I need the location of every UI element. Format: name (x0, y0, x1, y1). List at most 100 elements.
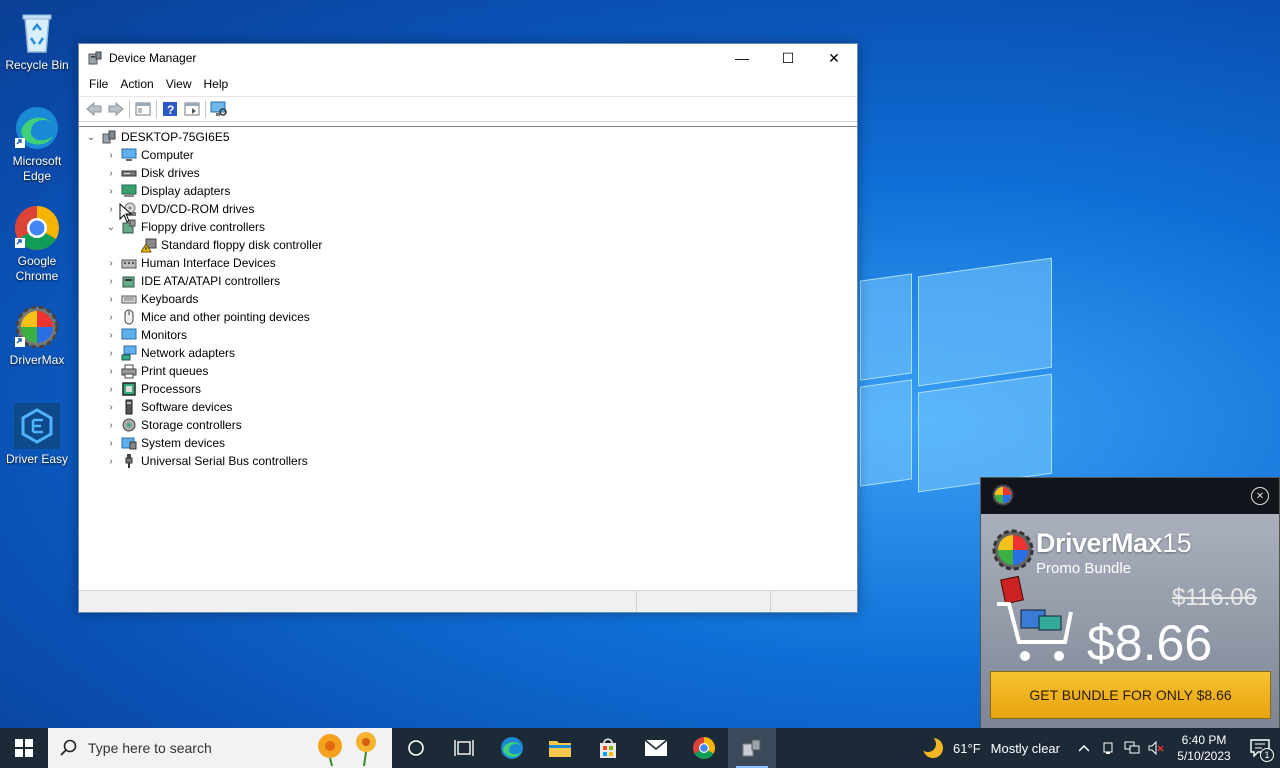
taskbar-clock[interactable]: 6:40 PM 5/10/2023 (1168, 732, 1240, 764)
chevron-right-icon[interactable]: › (103, 416, 119, 434)
desktop-icon-drivermax[interactable]: DriverMax (4, 303, 70, 368)
tree-item[interactable]: › Network adapters (103, 344, 235, 362)
tree-item[interactable]: › Human Interface Devices (103, 254, 275, 272)
cortana-button[interactable] (392, 728, 440, 768)
chevron-right-icon[interactable]: › (103, 200, 119, 218)
tree-item[interactable]: › Print queues (103, 362, 208, 380)
tree-item[interactable]: › Software devices (103, 398, 232, 416)
scan-hardware-icon[interactable] (208, 98, 230, 120)
window-titlebar[interactable]: Device Manager — ☐ ✕ (79, 44, 857, 72)
search-placeholder: Type here to search (88, 740, 212, 756)
minimize-button[interactable]: — (719, 44, 765, 72)
tree-item[interactable]: › Computer (103, 146, 193, 164)
close-button[interactable]: ✕ (811, 44, 857, 72)
tree-item[interactable]: › Disk drives (103, 164, 199, 182)
desktop-icon-recycle-bin[interactable]: Recycle Bin (4, 8, 70, 73)
chevron-right-icon[interactable]: › (103, 290, 119, 308)
computer-icon (121, 147, 137, 163)
system-tray: 61°F Mostly clear 6:40 PM 5/10/2023 1 (921, 728, 1280, 768)
toolbar-separator (205, 100, 206, 118)
chevron-right-icon[interactable]: › (103, 146, 119, 164)
menu-action[interactable]: Action (114, 77, 159, 91)
taskbar-mail[interactable] (632, 728, 680, 768)
help-icon[interactable]: ? (159, 98, 181, 120)
get-bundle-button[interactable]: GET BUNDLE FOR ONLY $8.66 (990, 671, 1271, 719)
chevron-right-icon[interactable]: › (103, 434, 119, 452)
start-button[interactable] (0, 728, 48, 768)
back-icon[interactable] (83, 98, 105, 120)
taskbar-store[interactable] (584, 728, 632, 768)
chevron-right-icon[interactable]: › (103, 308, 119, 326)
menu-file[interactable]: File (83, 77, 114, 91)
usb-eject-icon[interactable] (1096, 728, 1120, 768)
edge-icon (13, 104, 61, 152)
desktop-icon-driver-easy[interactable]: Driver Easy (4, 402, 70, 467)
chevron-down-icon[interactable]: ⌄ (83, 128, 99, 146)
drivermax-promo-popup[interactable]: ✕ DriverMax15 Promo Bundle $116.06 $8.66… (980, 477, 1280, 729)
taskbar-file-explorer[interactable] (536, 728, 584, 768)
volume-muted-icon[interactable] (1144, 728, 1168, 768)
tree-item[interactable]: › Monitors (103, 326, 187, 344)
mail-icon (644, 739, 668, 756)
weather-widget[interactable]: 61°F Mostly clear (921, 736, 1060, 760)
tree-item-label: Display adapters (141, 184, 231, 198)
chevron-right-icon[interactable]: › (103, 164, 119, 182)
network-adapter-icon (121, 345, 137, 361)
chevron-right-icon[interactable]: › (103, 272, 119, 290)
drivermax-logo-icon (991, 483, 1015, 510)
device-manager-window[interactable]: Device Manager — ☐ ✕ File Action View He… (78, 43, 858, 613)
taskbar-search-box[interactable]: Type here to search (48, 728, 392, 768)
promo-close-button[interactable]: ✕ (1251, 487, 1269, 505)
chevron-right-icon[interactable]: › (103, 344, 119, 362)
chevron-right-icon[interactable]: › (103, 398, 119, 416)
tree-item[interactable]: › Processors (103, 380, 201, 398)
device-tree[interactable]: ⌄ DESKTOP-75GI6E5 › Computer › Disk driv… (79, 126, 857, 590)
windows-icon (15, 739, 33, 757)
tree-item[interactable]: › Universal Serial Bus controllers (103, 452, 308, 470)
tree-root[interactable]: ⌄ DESKTOP-75GI6E5 (83, 128, 230, 146)
desktop-icon-label: Google Chrome (15, 254, 59, 283)
desktop-icon-edge[interactable]: Microsoft Edge (4, 104, 70, 184)
tree-item[interactable]: › Keyboards (103, 290, 198, 308)
weather-text: Mostly clear (990, 740, 1060, 756)
tree-item-label: Mice and other pointing devices (141, 310, 310, 324)
notification-center-button[interactable]: 1 (1240, 728, 1280, 768)
menu-help[interactable]: Help (198, 77, 235, 91)
menu-view[interactable]: View (160, 77, 198, 91)
taskbar-device-manager[interactable] (728, 728, 776, 768)
chevron-right-icon[interactable]: › (103, 452, 119, 470)
chevron-right-icon[interactable]: › (103, 380, 119, 398)
clock-date: 5/10/2023 (1177, 749, 1231, 763)
chevron-right-icon[interactable]: › (103, 326, 119, 344)
chrome-icon (693, 737, 715, 759)
weather-temp: 61°F (953, 740, 981, 756)
shopping-cart-icon (995, 575, 1075, 671)
tree-item[interactable]: › Mice and other pointing devices (103, 308, 310, 326)
promo-subtitle: Promo Bundle (1036, 560, 1132, 577)
chevron-right-icon[interactable]: › (103, 362, 119, 380)
tree-item[interactable]: › Display adapters (103, 182, 230, 200)
chevron-down-icon[interactable]: ⌄ (103, 218, 119, 236)
maximize-button[interactable]: ☐ (765, 44, 811, 72)
tree-item-label: Network adapters (141, 346, 236, 360)
tree-item[interactable]: › System devices (103, 434, 225, 452)
status-segment (79, 591, 637, 612)
taskbar-chrome[interactable] (680, 728, 728, 768)
promo-version: 15 (1162, 528, 1192, 558)
forward-icon[interactable] (105, 98, 127, 120)
chevron-right-icon[interactable]: › (103, 254, 119, 272)
device-manager-icon (742, 739, 761, 757)
show-hide-console-tree-icon[interactable] (132, 98, 154, 120)
task-view-button[interactable] (440, 728, 488, 768)
chevron-right-icon[interactable]: › (103, 182, 119, 200)
tree-item-label: Monitors (141, 328, 188, 342)
network-icon[interactable] (1120, 728, 1144, 768)
desktop-icon-chrome[interactable]: Google Chrome (4, 204, 70, 284)
tree-item-label: Software devices (141, 400, 233, 414)
properties-icon[interactable] (181, 98, 203, 120)
tree-item[interactable]: Standard floppy disk controller (139, 236, 322, 254)
chevron-up-icon[interactable] (1072, 728, 1096, 768)
taskbar-edge[interactable] (488, 728, 536, 768)
tree-item[interactable]: › IDE ATA/ATAPI controllers (103, 272, 280, 290)
tree-item[interactable]: › Storage controllers (103, 416, 241, 434)
